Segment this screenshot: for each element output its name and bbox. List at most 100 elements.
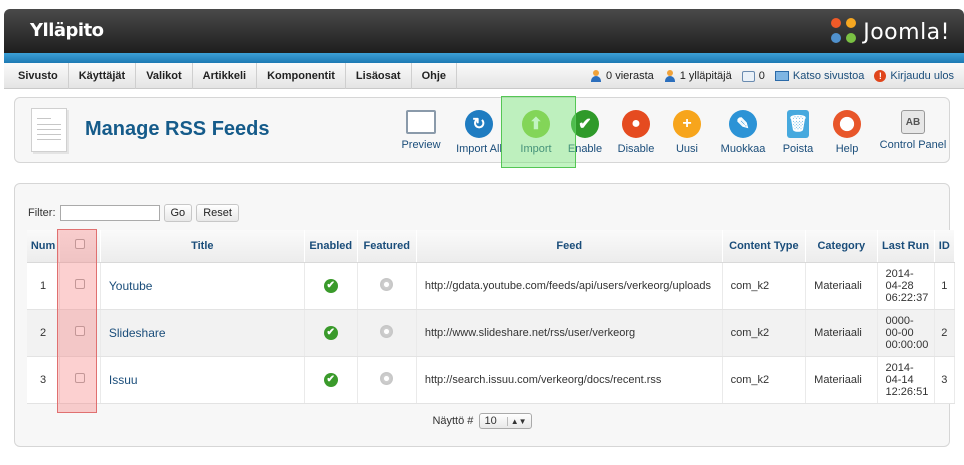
messages-count: 0 xyxy=(758,70,765,82)
row-category: Materiaali xyxy=(805,309,878,357)
col-title[interactable]: Title xyxy=(100,230,305,263)
preview-button[interactable]: Preview xyxy=(393,110,449,151)
title-link[interactable]: Issuu xyxy=(109,373,138,387)
col-content-type[interactable]: Content Type xyxy=(722,230,807,263)
featured-toggle-icon[interactable] xyxy=(380,371,394,385)
go-button[interactable]: Go xyxy=(163,204,193,222)
feeds-table: Num Title Enabled Featured Feed Content … xyxy=(27,230,956,404)
row-category: Materiaali xyxy=(805,356,878,404)
monitor-icon xyxy=(774,71,789,81)
row-title: Slideshare xyxy=(100,309,305,357)
row-id: 3 xyxy=(934,356,956,404)
menu-item-valikot[interactable]: Valikot xyxy=(136,63,193,89)
page-size-value: 10 xyxy=(484,415,497,427)
col-category[interactable]: Category xyxy=(805,230,878,263)
row-title: Youtube xyxy=(100,262,305,310)
refresh-icon: ↻ xyxy=(465,110,493,138)
toolbar-panel: Manage RSS Feeds Preview ↻ Import All ⬆ … xyxy=(14,97,950,163)
main-menu: Sivusto Käyttäjät Valikot Artikkeli Komp… xyxy=(8,63,458,89)
enabled-check-icon[interactable]: ✔ xyxy=(323,278,338,293)
control-panel-icon: AB xyxy=(901,110,925,134)
help-button[interactable]: Help xyxy=(819,110,875,155)
row-feed: http://search.issuu.com/verkeorg/docs/re… xyxy=(416,356,723,404)
featured-toggle-icon[interactable] xyxy=(380,277,394,291)
row-id: 2 xyxy=(934,309,956,357)
title-link[interactable]: Slideshare xyxy=(109,326,166,340)
row-content-type: com_k2 xyxy=(722,262,807,310)
row-feed: http://gdata.youtube.com/feeds/api/users… xyxy=(416,262,723,310)
menu-item-lisaosat[interactable]: Lisäosat xyxy=(346,63,412,89)
pencil-icon: ✎ xyxy=(729,110,757,138)
row-content-type: com_k2 xyxy=(722,309,807,357)
menu-bar: Sivusto Käyttäjät Valikot Artikkeli Komp… xyxy=(4,63,964,89)
col-feed[interactable]: Feed xyxy=(416,230,723,263)
row-last-run: 2014- 04-14 12:26:51 xyxy=(877,356,935,404)
row-last-run: 2014- 04-28 06:22:37 xyxy=(877,262,935,310)
visitors-count: 0 vierasta xyxy=(606,70,654,82)
col-last-run[interactable]: Last Run xyxy=(877,230,935,263)
enabled-check-icon[interactable]: ✔ xyxy=(323,372,338,387)
lifebuoy-icon xyxy=(833,110,861,138)
import-highlight-overlay xyxy=(501,96,576,168)
col-enabled[interactable]: Enabled xyxy=(304,230,358,263)
row-featured xyxy=(357,309,417,357)
col-featured[interactable]: Featured xyxy=(357,230,417,263)
header-title: Ylläpito xyxy=(30,20,104,41)
view-site-link[interactable]: Katso sivustoa xyxy=(774,70,865,82)
row-enabled: ✔ xyxy=(304,309,358,357)
admin-header: Ylläpito Joomla! xyxy=(4,9,964,53)
row-featured xyxy=(357,356,417,404)
filter-label: Filter: xyxy=(28,207,56,219)
reset-button[interactable]: Reset xyxy=(196,204,239,222)
menu-item-sivusto[interactable]: Sivusto xyxy=(8,63,69,89)
header-divider xyxy=(4,53,964,63)
feeds-panel: Filter: Go Reset Num Title Enabled Featu… xyxy=(14,183,956,447)
admin-icon xyxy=(664,70,676,82)
messages-status[interactable]: 0 xyxy=(741,70,765,82)
table-header-row: Num Title Enabled Featured Feed Content … xyxy=(27,230,956,263)
messages-icon xyxy=(741,70,755,82)
new-button[interactable]: + Uusi xyxy=(659,110,715,155)
admins-status: 1 ylläpitäjä xyxy=(664,70,732,82)
status-area: 0 vierasta 1 ylläpitäjä 0 Katso sivustoa… xyxy=(590,63,954,89)
row-enabled: ✔ xyxy=(304,262,358,310)
filter-input[interactable] xyxy=(59,205,160,221)
row-last-run: 0000- 00-00 00:00:00 xyxy=(877,309,935,357)
article-page-icon xyxy=(31,108,67,152)
edit-button[interactable]: ✎ Muokkaa xyxy=(715,110,771,155)
row-featured xyxy=(357,262,417,310)
table-row: 2 Slideshare ✔ http://www.slideshare.net… xyxy=(27,309,956,357)
table-row: 3 Issuu ✔ http://search.issuu.com/verkeo… xyxy=(27,356,956,404)
view-site-label: Katso sivustoa xyxy=(792,70,865,82)
row-content-type: com_k2 xyxy=(722,356,807,404)
row-enabled: ✔ xyxy=(304,356,358,404)
col-num[interactable]: Num xyxy=(27,230,61,263)
menu-item-komponentit[interactable]: Komponentit xyxy=(257,63,346,89)
col-id[interactable]: ID xyxy=(934,230,956,263)
logout-icon: ! xyxy=(874,70,887,82)
row-id: 1 xyxy=(934,262,956,310)
menu-item-artikkeli[interactable]: Artikkeli xyxy=(193,63,258,89)
checkbox-column-highlight xyxy=(57,229,97,413)
delete-button[interactable]: 🗑 Poista xyxy=(770,110,826,155)
pager-label: Näyttö # xyxy=(432,415,474,427)
enabled-check-icon[interactable]: ✔ xyxy=(323,325,338,340)
menu-item-ohje[interactable]: Ohje xyxy=(412,63,458,89)
disable-button[interactable]: ● Disable xyxy=(608,110,664,155)
row-feed: http://www.slideshare.net/rss/user/verke… xyxy=(416,309,723,357)
import-all-button[interactable]: ↻ Import All xyxy=(451,110,507,155)
filter-bar: Filter: Go Reset xyxy=(28,204,239,222)
logout-link[interactable]: ! Kirjaudu ulos xyxy=(874,70,954,82)
pagination: Näyttö # 10 ▲▼ xyxy=(15,413,949,429)
table-row: 1 Youtube ✔ http://gdata.youtube.com/fee… xyxy=(27,262,956,310)
page-size-select[interactable]: 10 ▲▼ xyxy=(479,413,532,429)
visitors-status: 0 vierasta xyxy=(590,70,654,82)
control-panel-button[interactable]: AB Control Panel xyxy=(880,110,946,151)
title-link[interactable]: Youtube xyxy=(109,279,153,293)
featured-toggle-icon[interactable] xyxy=(380,324,394,338)
plus-icon: + xyxy=(673,110,701,138)
logout-label: Kirjaudu ulos xyxy=(890,70,954,82)
preview-icon xyxy=(406,110,436,134)
row-category: Materiaali xyxy=(805,262,878,310)
menu-item-kayttajat[interactable]: Käyttäjät xyxy=(69,63,137,89)
